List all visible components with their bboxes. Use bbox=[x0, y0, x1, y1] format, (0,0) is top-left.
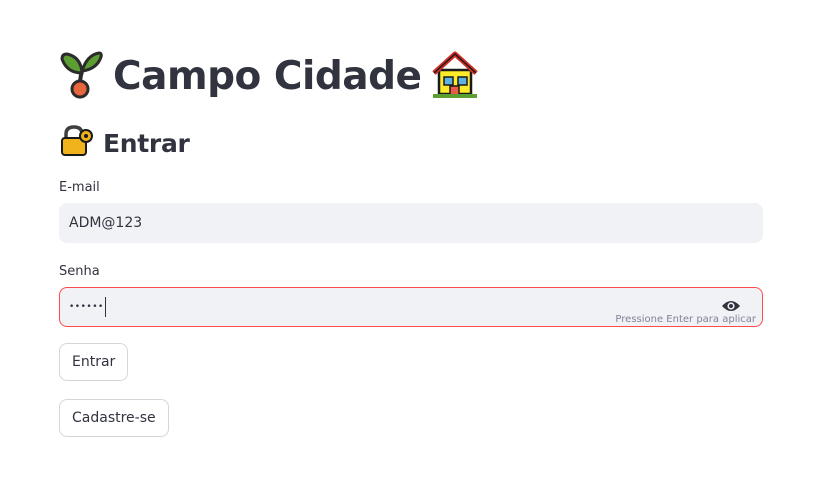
login-button[interactable]: Entrar bbox=[59, 343, 129, 381]
email-value: ADM@123 bbox=[69, 215, 143, 231]
eye-icon[interactable] bbox=[721, 299, 741, 313]
seedling-icon bbox=[59, 49, 103, 103]
lock-with-key-icon bbox=[59, 125, 93, 161]
section-title: Entrar bbox=[103, 128, 190, 158]
email-label: E-mail bbox=[59, 180, 100, 195]
enter-hint: Pressione Enter para aplicar bbox=[615, 314, 756, 325]
page-title: Campo Cidade bbox=[113, 53, 422, 99]
section-header: Entrar bbox=[59, 124, 190, 162]
signup-button[interactable]: Cadastre-se bbox=[59, 399, 169, 437]
password-label: Senha bbox=[59, 264, 100, 279]
password-value: •••••• bbox=[69, 302, 104, 312]
house-icon bbox=[431, 49, 479, 103]
email-field[interactable]: ADM@123 bbox=[59, 203, 763, 243]
password-field[interactable]: •••••• Pressione Enter para aplicar bbox=[59, 287, 763, 327]
page-header: Campo Cidade bbox=[59, 48, 479, 104]
text-caret bbox=[104, 297, 106, 317]
